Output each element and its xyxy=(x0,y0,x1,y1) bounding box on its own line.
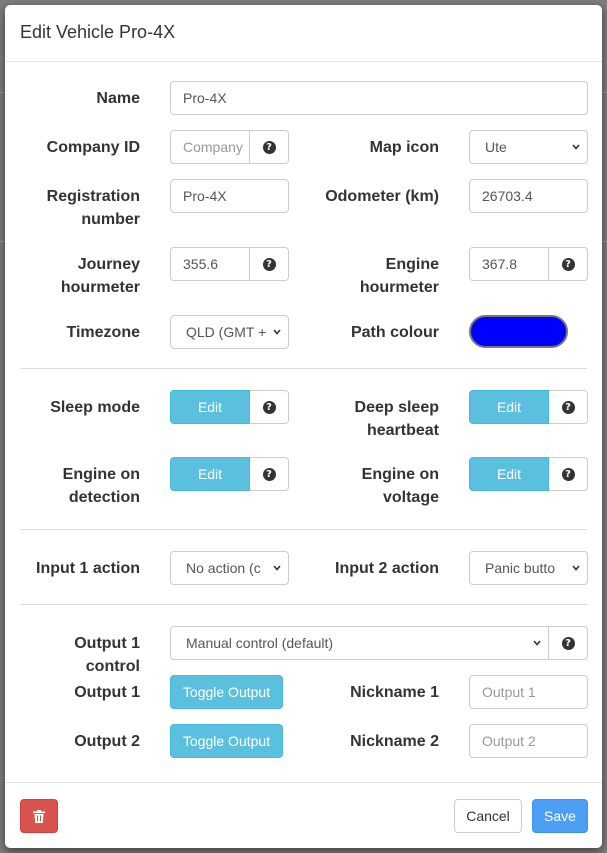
sleep-mode-help-button[interactable]: ? xyxy=(250,390,289,424)
company-id-input[interactable]: Company xyxy=(170,130,250,164)
registration-label-line2: number xyxy=(81,211,140,228)
chevron-down-icon xyxy=(273,329,281,335)
journey-hourmeter-input[interactable]: 355.6 xyxy=(170,247,250,281)
chevron-down-icon xyxy=(533,640,541,646)
odometer-label: Odometer (km) xyxy=(325,188,439,205)
input1-action-label: Input 1 action xyxy=(36,560,140,577)
input2-action-label: Input 2 action xyxy=(335,560,439,577)
engine-voltage-help-button[interactable]: ? xyxy=(549,457,588,491)
modal-body: Name Pro-4X Company ID Company ? Map ico… xyxy=(5,62,602,782)
save-button[interactable]: Save xyxy=(532,799,588,833)
journey-hourmeter-label-line2: hourmeter xyxy=(60,279,140,296)
company-id-help-button[interactable]: ? xyxy=(250,130,289,164)
registration-label-line1: Registration xyxy=(46,188,140,205)
sleep-mode-label: Sleep mode xyxy=(50,399,140,416)
map-icon-select[interactable]: Ute xyxy=(469,130,588,164)
deep-sleep-help-button[interactable]: ? xyxy=(549,390,588,424)
edit-vehicle-modal: Edit Vehicle Pro-4X Name Pro-4X Company … xyxy=(5,5,602,848)
nickname1-label: Nickname 1 xyxy=(350,684,439,701)
question-circle-icon: ? xyxy=(262,257,276,271)
engine-voltage-label-line2: voltage xyxy=(382,489,439,506)
modal-header: Edit Vehicle Pro-4X xyxy=(5,5,602,62)
question-circle-icon: ? xyxy=(561,467,575,481)
question-circle-icon: ? xyxy=(561,400,575,414)
nickname2-input[interactable]: Output 2 xyxy=(469,724,588,758)
engine-hourmeter-input[interactable]: 367.8 xyxy=(469,247,549,281)
path-colour-label: Path colour xyxy=(350,324,439,341)
engine-hourmeter-label: Engine hourmeter xyxy=(305,253,439,299)
modal-title: Edit Vehicle Pro-4X xyxy=(20,22,176,42)
timezone-select[interactable]: QLD (GMT + xyxy=(170,315,289,349)
name-input[interactable]: Pro-4X xyxy=(170,81,588,115)
map-icon-value: Ute xyxy=(485,139,507,155)
input2-action-select[interactable]: Panic butto xyxy=(469,551,588,585)
output1-toggle-button[interactable]: Toggle Output xyxy=(170,675,283,709)
engine-hourmeter-help-button[interactable]: ? xyxy=(549,247,588,281)
engine-detection-edit-button[interactable]: Edit xyxy=(170,457,250,491)
path-colour-picker[interactable] xyxy=(469,315,568,348)
registration-input[interactable]: Pro-4X xyxy=(170,179,289,213)
engine-detection-label-line1: Engine on xyxy=(62,466,140,483)
output1-control-value: Manual control (default) xyxy=(186,635,334,651)
journey-hourmeter-label: Journey hourmeter xyxy=(25,253,140,299)
registration-label: Registration number xyxy=(25,185,140,231)
engine-hourmeter-label-line1: Engine xyxy=(385,256,439,273)
name-label: Name xyxy=(96,90,140,107)
question-circle-icon: ? xyxy=(262,140,276,154)
deep-sleep-edit-button[interactable]: Edit xyxy=(469,390,549,424)
input1-action-value: No action (c xyxy=(186,560,261,576)
engine-voltage-label: Engine on voltage xyxy=(305,463,439,509)
timezone-label: Timezone xyxy=(66,324,141,341)
trash-icon xyxy=(33,809,45,823)
output1-control-help-button[interactable]: ? xyxy=(549,626,588,660)
section-divider xyxy=(20,368,587,369)
question-circle-icon: ? xyxy=(561,636,575,650)
journey-hourmeter-help-button[interactable]: ? xyxy=(250,247,289,281)
output1-control-label: Output 1 control xyxy=(74,635,140,675)
journey-hourmeter-label-line1: Journey xyxy=(77,256,140,273)
deep-sleep-label-line1: Deep sleep xyxy=(354,399,439,416)
delete-button[interactable] xyxy=(20,799,58,833)
nickname1-input[interactable]: Output 1 xyxy=(469,675,588,709)
map-icon-label: Map icon xyxy=(369,139,439,156)
engine-voltage-edit-button[interactable]: Edit xyxy=(469,457,549,491)
chevron-down-icon xyxy=(572,144,580,150)
section-divider xyxy=(20,529,587,530)
sleep-mode-edit-button[interactable]: Edit xyxy=(170,390,250,424)
company-id-label: Company ID xyxy=(46,139,140,156)
output1-control-select[interactable]: Manual control (default) xyxy=(170,626,549,660)
input2-action-value: Panic butto xyxy=(485,560,556,576)
deep-sleep-label-line2: heartbeat xyxy=(366,422,439,439)
engine-detection-label: Engine on detection xyxy=(25,463,140,509)
question-circle-icon: ? xyxy=(262,467,276,481)
engine-hourmeter-label-line2: hourmeter xyxy=(359,279,439,296)
cancel-button[interactable]: Cancel xyxy=(454,799,522,833)
odometer-input[interactable]: 26703.4 xyxy=(469,179,588,213)
input1-action-select[interactable]: No action (c xyxy=(170,551,289,585)
chevron-down-icon xyxy=(572,565,580,571)
chevron-down-icon xyxy=(273,565,281,571)
output2-toggle-button[interactable]: Toggle Output xyxy=(170,724,283,758)
question-circle-icon: ? xyxy=(561,257,575,271)
engine-detection-label-line2: detection xyxy=(68,489,140,506)
deep-sleep-label: Deep sleep heartbeat xyxy=(305,396,439,442)
modal-footer: Cancel Save xyxy=(5,782,602,848)
nickname2-label: Nickname 2 xyxy=(350,733,439,750)
output1-label: Output 1 xyxy=(74,684,140,701)
timezone-value: QLD (GMT + xyxy=(186,324,267,340)
section-divider xyxy=(20,604,587,605)
question-circle-icon: ? xyxy=(262,400,276,414)
engine-detection-help-button[interactable]: ? xyxy=(250,457,289,491)
engine-voltage-label-line1: Engine on xyxy=(361,466,439,483)
output2-label: Output 2 xyxy=(74,733,140,750)
